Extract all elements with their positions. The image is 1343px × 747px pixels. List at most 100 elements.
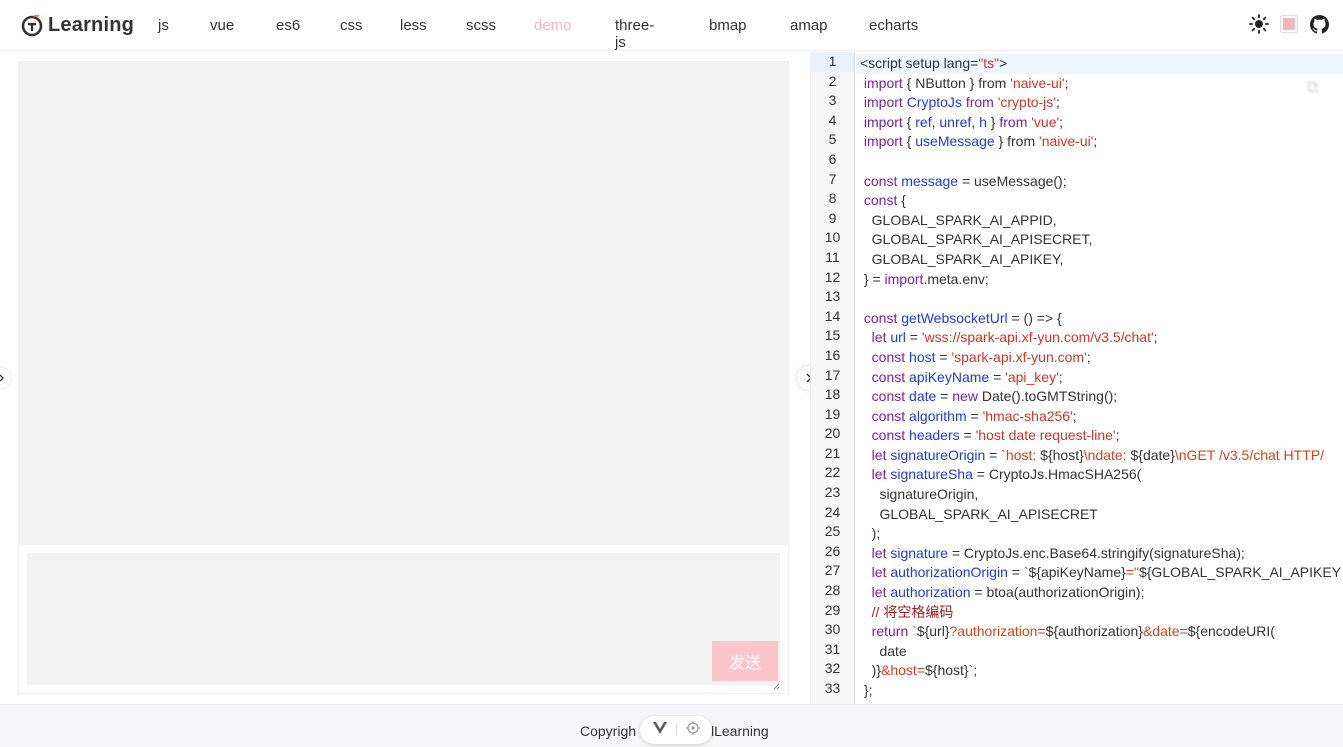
line-number: 30 — [824, 621, 841, 638]
line-number: 26 — [824, 542, 841, 559]
line-number: 31 — [824, 640, 841, 657]
line-number: 1 — [811, 52, 854, 72]
nav-link-scss[interactable]: scss — [466, 17, 496, 34]
line-number: 10 — [824, 229, 841, 246]
line-number: 21 — [824, 444, 841, 461]
line-number: 9 — [828, 209, 837, 226]
code-line[interactable] — [860, 152, 1343, 172]
line-number: 32 — [824, 660, 841, 677]
nav-link-amap[interactable]: amap — [790, 17, 828, 34]
code-line[interactable]: return `${url}?authorization=${authoriza… — [860, 622, 1343, 642]
code-line[interactable]: } = import.meta.env; — [860, 270, 1343, 290]
code-line[interactable]: const algorithm = 'hmac-sha256'; — [860, 407, 1343, 427]
header-tools — [1239, 14, 1329, 34]
line-number: 33 — [824, 680, 841, 696]
code-line[interactable]: let authorization = btoa(authorizationOr… — [860, 583, 1343, 603]
code-line[interactable]: GLOBAL_SPARK_AI_APPID, — [860, 211, 1343, 231]
code-line[interactable]: const date = new Date().toGMTString(); — [860, 387, 1343, 407]
sun-icon[interactable] — [1249, 14, 1269, 34]
copy-icon[interactable] — [1307, 80, 1319, 93]
line-number: 24 — [824, 503, 841, 520]
code-line[interactable]: let url = 'wss://spark-api.xf-yun.com/v3… — [860, 328, 1343, 348]
code-line[interactable]: const getWebsocketUrl = () => { — [860, 309, 1343, 329]
code-line[interactable]: <script setup lang="ts"> — [856, 54, 1343, 74]
divider — [676, 724, 678, 736]
code-line[interactable]: import { useMessage } from 'naive-ui'; — [860, 132, 1343, 152]
code-line[interactable]: )}&host=${host}`; — [860, 661, 1343, 681]
resize-grip-icon[interactable] — [772, 677, 780, 690]
code-line[interactable]: signatureOrigin, — [860, 485, 1343, 505]
line-number: 25 — [824, 523, 841, 540]
github-icon[interactable] — [1309, 14, 1329, 34]
nav-link-echarts[interactable]: echarts — [869, 17, 918, 34]
code-line[interactable]: import CryptoJs from 'crypto-js'; — [860, 93, 1343, 113]
nav-link-demo[interactable]: demo — [534, 17, 572, 34]
target-icon[interactable] — [685, 720, 700, 740]
code-line[interactable]: const host = 'spark-api.xf-yun.com'; — [860, 348, 1343, 368]
code-line[interactable]: let authorizationOrigin = `${apiKeyName}… — [860, 563, 1343, 583]
vue-devtools-icon[interactable] — [652, 721, 668, 740]
line-number: 23 — [824, 484, 841, 501]
line-number: 29 — [824, 601, 841, 618]
line-number: 19 — [824, 405, 841, 422]
chat-panel: 发送 — [18, 61, 789, 694]
code-content[interactable]: <script setup lang="ts"> import { NButto… — [856, 54, 1343, 701]
send-button[interactable]: 发送 — [712, 641, 778, 681]
color-swatch — [1280, 15, 1298, 33]
line-number: 3 — [828, 92, 837, 109]
code-line[interactable]: const message = useMessage(); — [860, 172, 1343, 192]
code-line[interactable]: import { NButton } from 'naive-ui'; — [860, 74, 1343, 94]
nav-link-js[interactable]: js — [158, 17, 169, 34]
code-line[interactable]: // 将空格编码 — [860, 603, 1343, 623]
code-line[interactable]: GLOBAL_SPARK_AI_APISECRET, — [860, 230, 1343, 250]
line-number: 27 — [824, 562, 841, 579]
chat-input[interactable]: 发送 — [27, 553, 780, 690]
code-line[interactable]: GLOBAL_SPARK_AI_APIKEY, — [860, 250, 1343, 270]
line-number: 22 — [824, 464, 841, 481]
code-line[interactable]: let signatureOrigin = `host: ${host}\nda… — [860, 446, 1343, 466]
code-editor[interactable]: 1 2 3 4 5 6 7 8 9 10 11 12 13 14 15 16 17 18 19 20 21 22 23 24 2… — [810, 52, 1343, 704]
nav-link-three-js[interactable]: three-js — [615, 17, 654, 51]
line-number: 5 — [828, 131, 837, 148]
nav-link-es6[interactable]: es6 — [276, 17, 300, 34]
nav-link-bmap[interactable]: bmap — [709, 17, 747, 34]
line-number: 20 — [824, 425, 841, 442]
chevron-right-icon — [0, 374, 4, 382]
line-number: 8 — [828, 190, 837, 207]
line-number: 4 — [828, 111, 837, 128]
code-line[interactable]: let signature = CryptoJs.enc.Base64.stri… — [860, 544, 1343, 564]
floating-toolbar — [640, 716, 712, 744]
chat-messages-area[interactable] — [19, 62, 788, 545]
line-number: 16 — [824, 346, 841, 363]
nav-link-vue[interactable]: vue — [210, 17, 234, 34]
logo[interactable]: Learning — [20, 10, 134, 40]
app-header: Learning js vue es6 css less scss demo three-js… — [0, 0, 1343, 51]
code-line[interactable]: date — [860, 642, 1343, 662]
sidebar-toggle[interactable] — [0, 368, 10, 388]
line-number: 13 — [824, 288, 841, 305]
code-line[interactable]: const apiKeyName = 'api_key'; — [860, 368, 1343, 388]
code-line[interactable]: const headers = 'host date request-line'… — [860, 426, 1343, 446]
code-line[interactable]: GLOBAL_SPARK_AI_APISECRET — [860, 505, 1343, 525]
line-number: 17 — [824, 366, 841, 383]
line-number: 6 — [828, 150, 837, 167]
line-number: 14 — [824, 307, 841, 324]
nav-link-less[interactable]: less — [400, 17, 427, 34]
code-line[interactable] — [860, 289, 1343, 309]
code-line[interactable]: let signatureSha = CryptoJs.HmacSHA256( — [860, 465, 1343, 485]
line-number: 2 — [828, 72, 837, 89]
footer-brand: lLearning — [711, 723, 769, 739]
line-number: 12 — [824, 268, 841, 285]
code-line[interactable]: }; — [860, 681, 1343, 701]
footer-copyright: Copyrigh — [580, 723, 637, 739]
code-line[interactable]: ); — [860, 524, 1343, 544]
line-number: 18 — [824, 386, 841, 403]
line-number: 15 — [824, 327, 841, 344]
color-picker[interactable] — [1279, 14, 1299, 34]
code-line[interactable]: import { ref, unref, h } from 'vue'; — [860, 113, 1343, 133]
nav-link-css[interactable]: css — [340, 17, 363, 34]
code-line[interactable]: const { — [860, 191, 1343, 211]
line-number: 7 — [828, 170, 837, 187]
line-number: 28 — [824, 582, 841, 599]
line-number-gutter: 1 2 3 4 5 6 7 8 9 10 11 12 13 14 15 16 17 18 19 20 21 22 23 24 2… — [811, 52, 855, 704]
